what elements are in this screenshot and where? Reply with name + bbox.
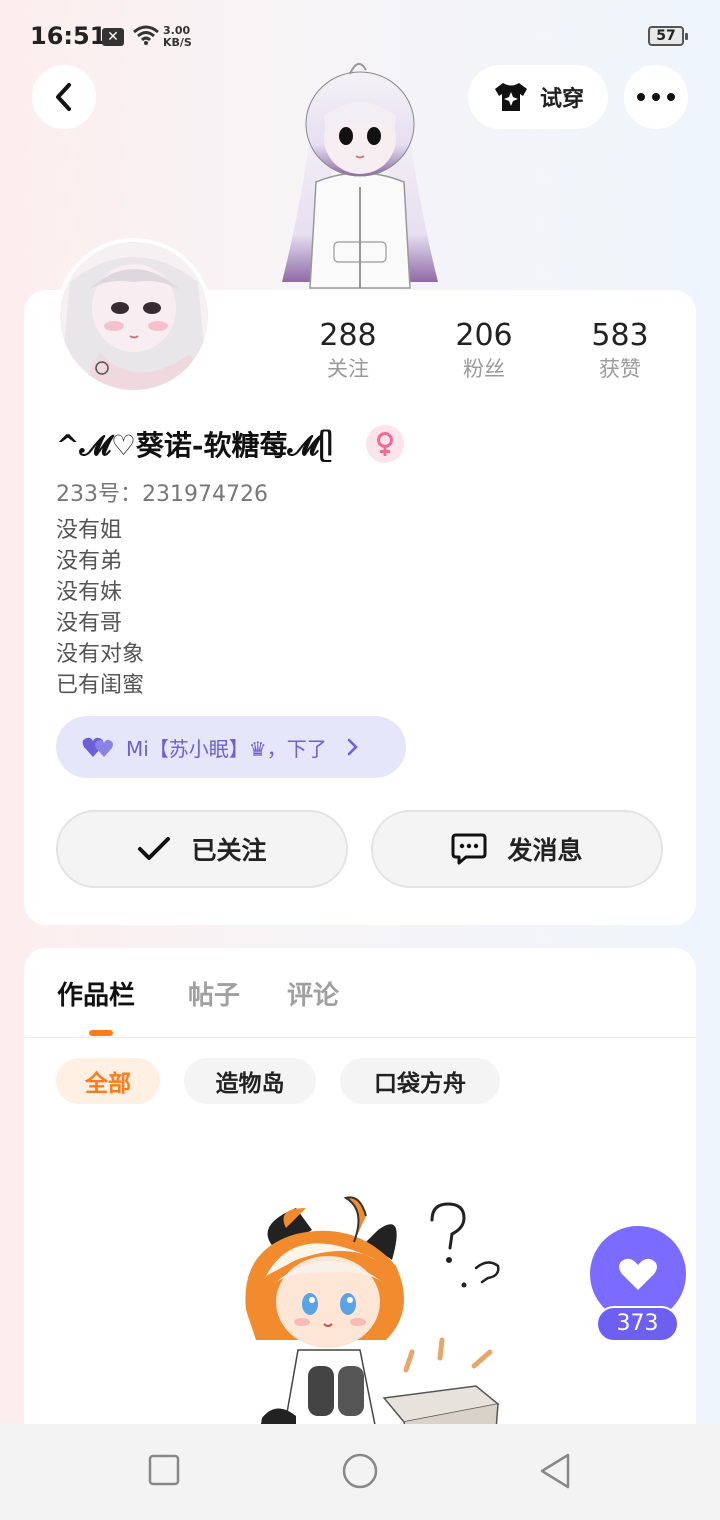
stat-fans-label: 粉丝 <box>463 357 505 381</box>
user-id: 233号：231974726 <box>56 482 268 507</box>
avatar-character-image <box>282 63 438 289</box>
bio-line: 没有弟 <box>56 549 123 574</box>
bio-line: 没有妹 <box>56 580 123 605</box>
chat-bubble-icon <box>451 833 487 865</box>
relationship-text: Mi【苏小眠】♛，下了 <box>126 736 327 761</box>
more-dots-icon <box>637 93 675 101</box>
system-nav-bar <box>0 1424 720 1520</box>
chevron-left-icon <box>56 83 71 111</box>
send-message-label: 发消息 <box>507 836 583 865</box>
triangle-back-icon[interactable] <box>538 1452 572 1490</box>
like-count: 373 <box>596 1306 679 1342</box>
check-icon <box>138 837 171 860</box>
stat-likes-label: 获赞 <box>599 357 641 381</box>
try-on-button[interactable]: 试穿 <box>468 65 608 129</box>
avatar[interactable] <box>56 238 212 394</box>
active-tab-indicator <box>89 1030 113 1036</box>
network-speed: 3.00 KB/S <box>163 25 192 49</box>
relationship-pill[interactable]: Mi【苏小眠】♛，下了 <box>56 716 406 778</box>
gender-badge <box>366 425 404 463</box>
filter-pocket-ark[interactable]: 口袋方舟 <box>340 1058 500 1104</box>
net-speed-unit: KB/S <box>163 36 192 49</box>
filter-all[interactable]: 全部 <box>56 1058 160 1104</box>
filter-creation-island[interactable]: 造物岛 <box>184 1058 316 1104</box>
profile-stats: 288 关注 206 粉丝 583 获赞 <box>280 318 690 390</box>
bio-line: 没有哥 <box>56 611 123 636</box>
circle-home-icon[interactable] <box>341 1452 379 1490</box>
tab-works[interactable]: 作品栏 <box>57 975 135 1012</box>
bio: 没有姐 没有弟 没有妹 没有哥 没有对象 已有闺蜜 <box>56 515 144 701</box>
wifi-icon <box>133 25 159 45</box>
stat-following[interactable]: 288 关注 <box>288 318 408 384</box>
square-recent-icon[interactable] <box>148 1454 180 1486</box>
send-message-button[interactable]: 发消息 <box>371 810 663 888</box>
try-on-label: 试穿 <box>539 87 584 112</box>
tab-comments[interactable]: 评论 <box>287 975 339 1012</box>
notification-x-icon: ✕ <box>102 28 124 46</box>
double-heart-icon <box>82 737 113 757</box>
stat-likes[interactable]: 583 获赞 <box>560 318 680 384</box>
more-button[interactable] <box>624 65 688 129</box>
stat-following-label: 关注 <box>327 357 369 381</box>
avatar-image <box>60 242 208 390</box>
bio-line: 没有对象 <box>56 642 145 667</box>
stat-fans[interactable]: 206 粉丝 <box>424 318 544 384</box>
bio-line: 没有姐 <box>56 518 123 543</box>
female-icon <box>377 432 393 456</box>
following-button[interactable]: 已关注 <box>56 810 348 888</box>
battery-icon: 57 <box>648 26 688 46</box>
following-label: 已关注 <box>191 836 267 865</box>
stat-fans-value: 206 <box>455 318 513 353</box>
heart-icon <box>619 1258 657 1290</box>
stat-likes-value: 583 <box>591 318 649 353</box>
tshirt-sparkle-icon <box>494 83 527 111</box>
status-time: 16:51 <box>30 22 107 50</box>
back-button[interactable] <box>32 65 96 129</box>
chevron-right-icon <box>347 738 358 756</box>
stat-following-value: 288 <box>319 318 377 353</box>
tab-posts[interactable]: 帖子 <box>188 975 240 1012</box>
username: ^𝓜♡葵诺-软糖莓𝓜ᥫ <box>56 429 334 462</box>
bio-line: 已有闺蜜 <box>56 673 145 698</box>
empty-state-illustration <box>245 1196 500 1430</box>
tab-divider <box>24 1037 696 1038</box>
